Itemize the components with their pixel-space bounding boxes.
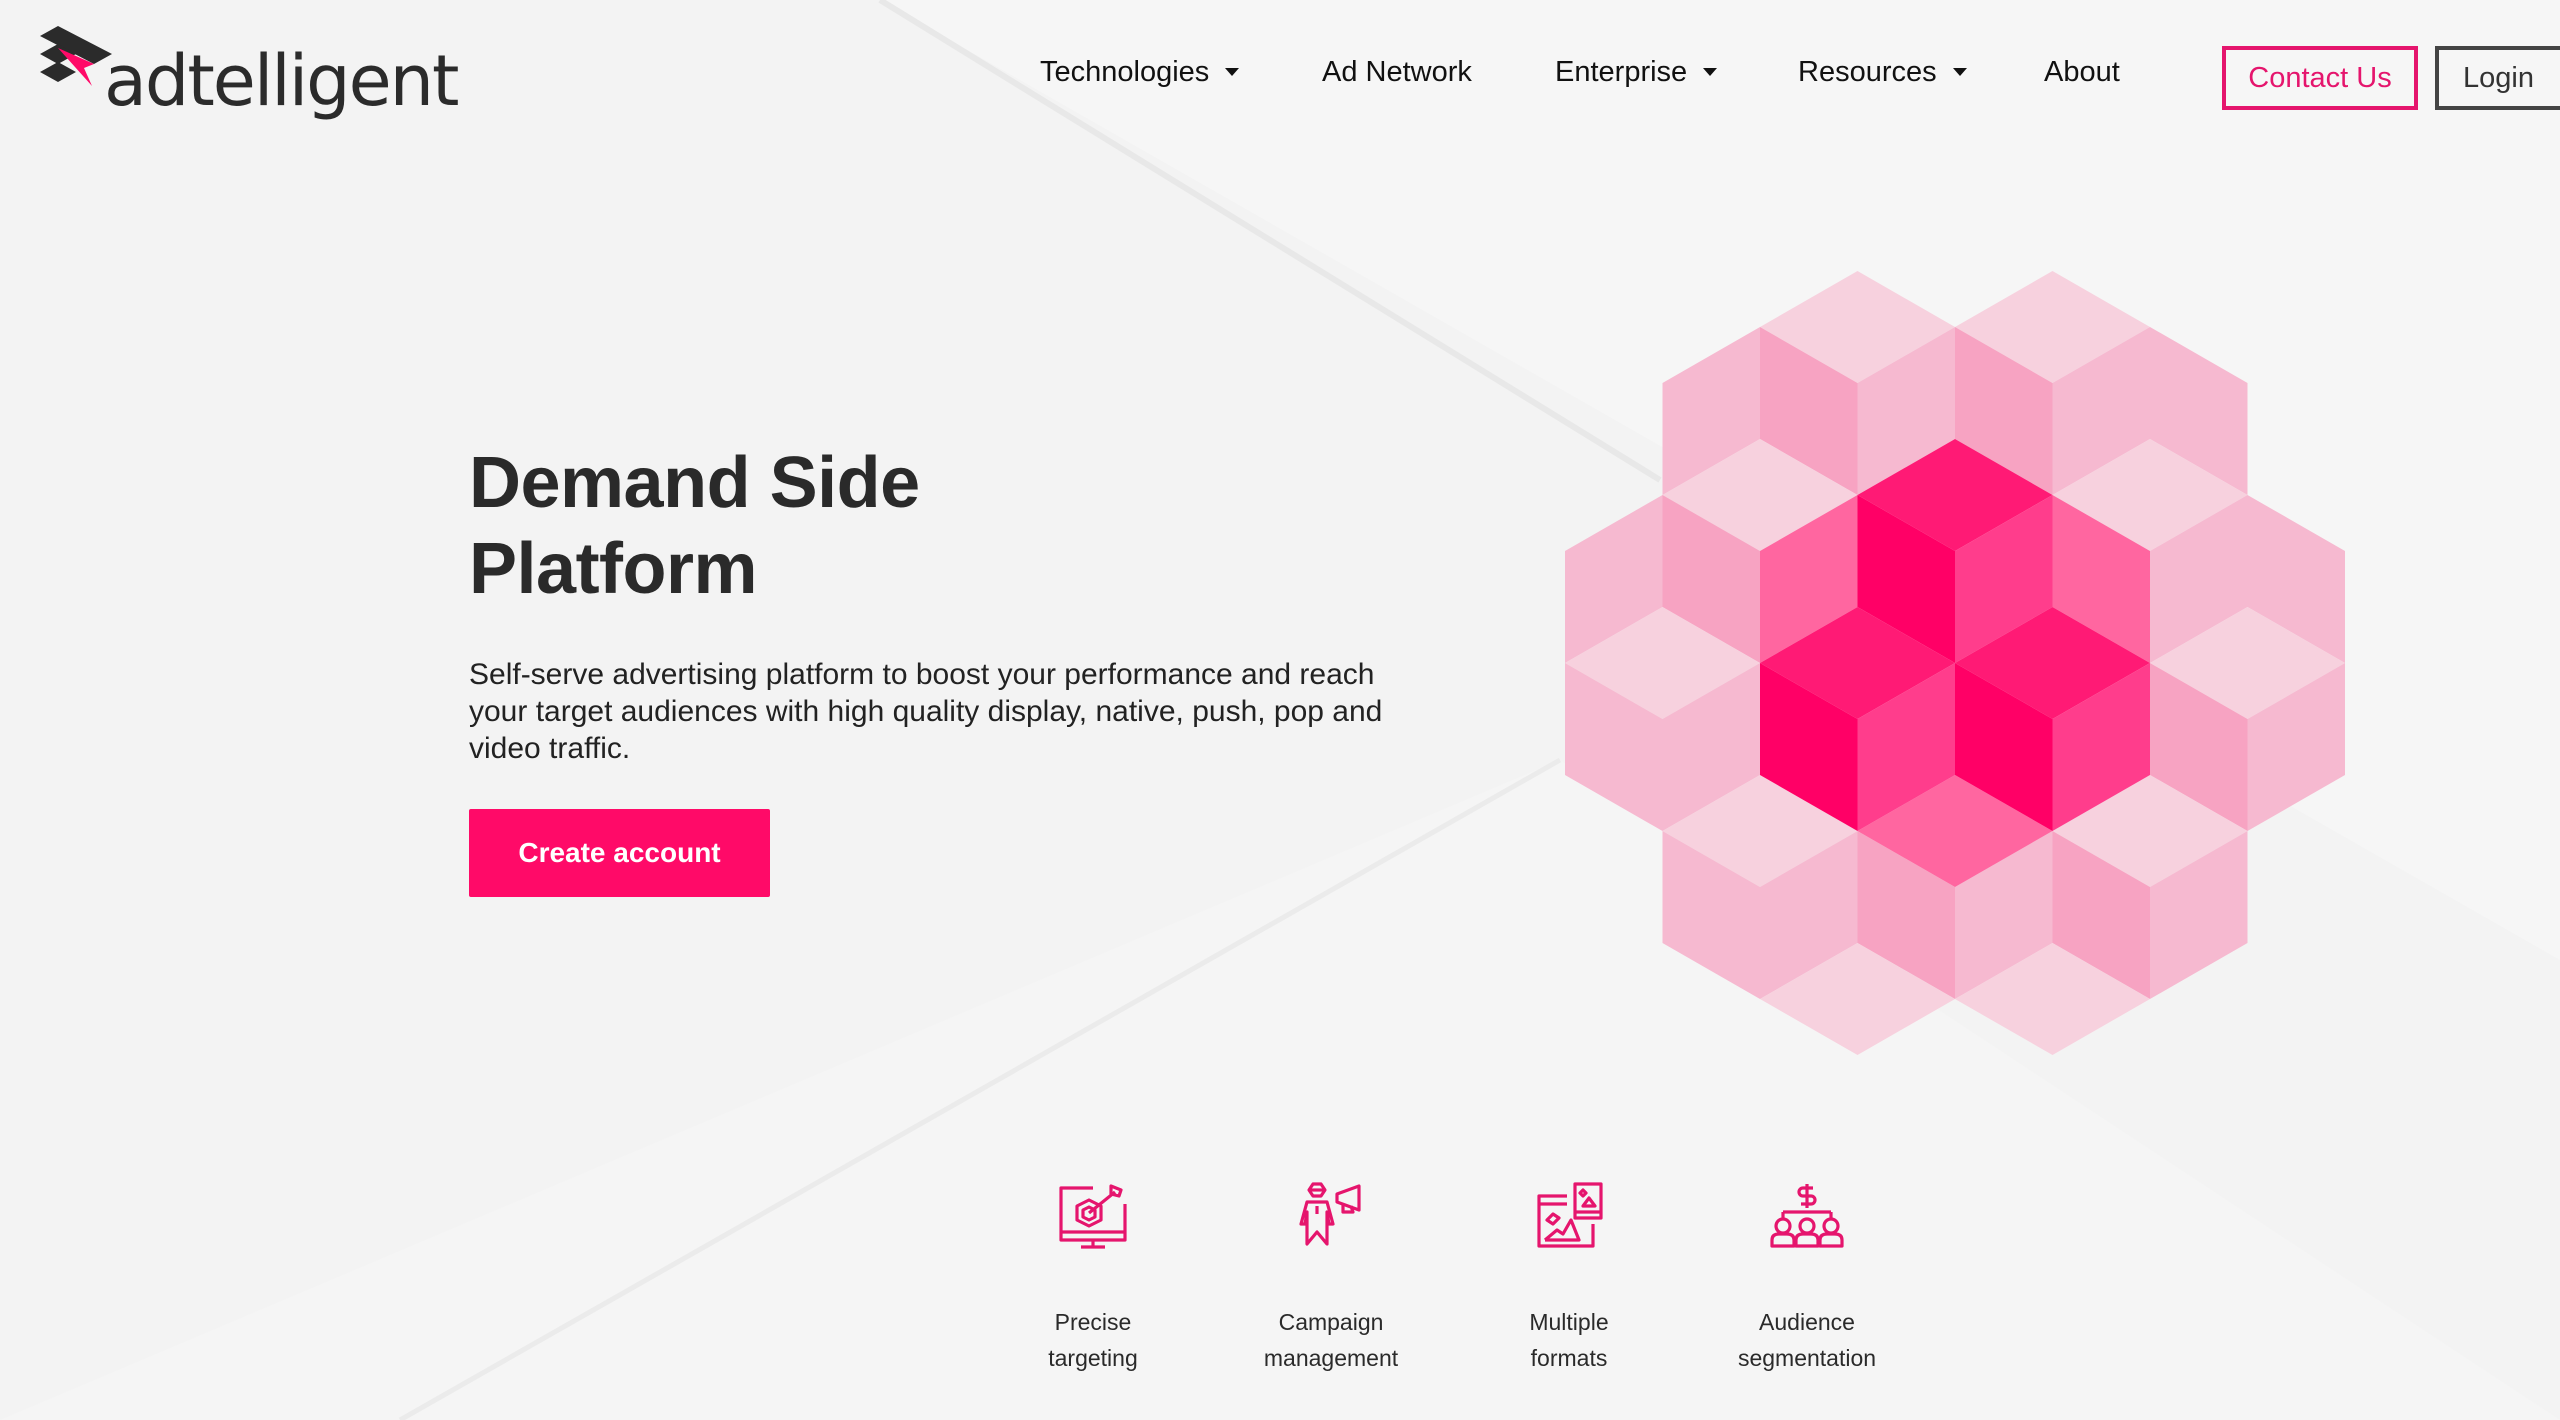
feature-label-line2: segmentation [1737, 1345, 1877, 1371]
nav-enterprise-label: Enterprise [1555, 55, 1688, 88]
feature-label-line2: formats [1530, 1345, 1608, 1371]
site-header: adtelligent Technologies Ad Network Ente… [0, 0, 2560, 150]
nav-ad-network-label: Ad Network [1322, 55, 1472, 88]
caret-down-icon [1703, 68, 1718, 76]
logo[interactable]: adtelligent [40, 26, 459, 122]
caret-down-icon [1225, 68, 1240, 76]
caret-down-icon [1952, 68, 1967, 76]
contact-us-button[interactable]: Contact Us [2222, 46, 2418, 110]
nav-ad-network[interactable]: Ad Network [1322, 52, 1472, 92]
multiple-formats-icon [1537, 1182, 1603, 1248]
nav-technologies-label: Technologies [1040, 55, 1210, 88]
hero-section: Demand Side Platform Self-serve advertis… [469, 440, 1449, 897]
hero-description: Self-serve advertising platform to boost… [469, 658, 1383, 765]
feature-multiple-formats: Multiple formats [1449, 1180, 1689, 1376]
feature-label-line2: targeting [1048, 1345, 1138, 1371]
logo-text: adtelligent [104, 40, 459, 122]
page-title-line2: Platform [469, 529, 758, 609]
feature-label: Multiple formats [1449, 1304, 1689, 1376]
logo-mark-icon [40, 26, 112, 86]
megaphone-person-icon [1299, 1182, 1361, 1246]
nav-enterprise[interactable]: Enterprise [1555, 52, 1718, 92]
feature-label: Precise targeting [973, 1304, 1213, 1376]
cube-hexagon-graphic [1565, 271, 2345, 1055]
nav-technologies[interactable]: Technologies [1040, 52, 1240, 92]
page-title: Demand Side Platform [469, 440, 1449, 612]
feature-label: Campaign management [1211, 1304, 1451, 1376]
feature-label: Audience segmentation [1687, 1304, 1927, 1376]
create-account-button[interactable]: Create account [469, 809, 770, 897]
monitor-target-icon [1059, 1184, 1127, 1249]
feature-label-line1: Audience [1759, 1309, 1855, 1335]
nav-about[interactable]: About [2044, 52, 2120, 92]
nav-about-label: About [2044, 55, 2120, 88]
feature-label-line1: Campaign [1278, 1309, 1384, 1335]
feature-audience-segmentation: Audience segmentation [1687, 1180, 1927, 1376]
page-title-line1: Demand Side [469, 443, 920, 523]
nav-resources-label: Resources [1798, 55, 1937, 88]
feature-label-line1: Precise [1054, 1309, 1132, 1335]
feature-label-line2: management [1263, 1345, 1399, 1371]
feature-precise-targeting: Precise targeting [973, 1180, 1213, 1376]
login-button[interactable]: Login [2435, 46, 2560, 110]
nav-resources[interactable]: Resources [1798, 52, 1967, 92]
feature-label-line1: Multiple [1529, 1309, 1609, 1335]
feature-campaign-management: Campaign management [1211, 1180, 1451, 1376]
audience-segmentation-icon [1770, 1184, 1844, 1248]
